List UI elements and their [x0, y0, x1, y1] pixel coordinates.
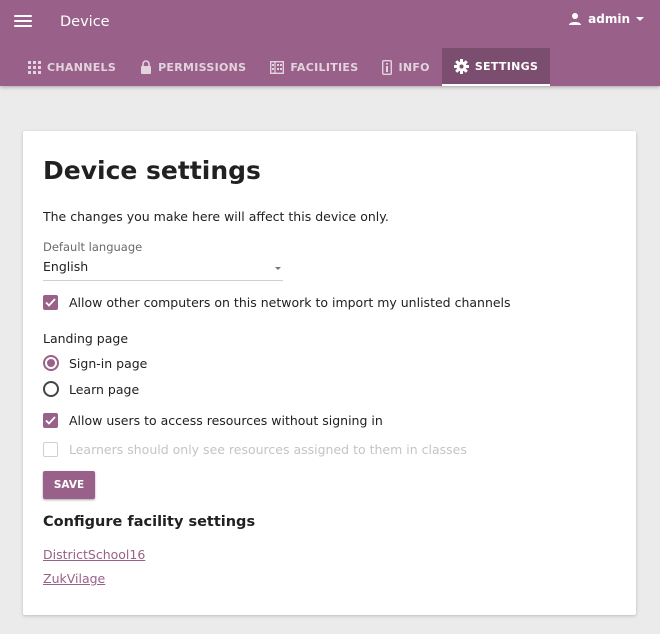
- learners-assigned-label: Learners should only see resources assig…: [69, 442, 467, 457]
- tab-facilities[interactable]: FACILITIES: [258, 48, 370, 86]
- landing-option-signin[interactable]: Sign-in page: [43, 355, 147, 371]
- allow-guest-option[interactable]: Allow users to access resources without …: [43, 413, 383, 428]
- landing-page-label: Landing page: [43, 331, 129, 346]
- app-title: Device: [60, 14, 110, 30]
- tab-label: CHANNELS: [47, 60, 117, 74]
- signin-radio[interactable]: [43, 355, 59, 371]
- learners-assigned-option: Learners should only see resources assig…: [43, 442, 467, 457]
- allow-import-checkbox[interactable]: [43, 295, 58, 310]
- settings-description: The changes you make here will affect th…: [43, 209, 389, 224]
- facility-link-districtschool16[interactable]: DistrictSchool16: [43, 547, 145, 562]
- tab-label: PERMISSIONS: [158, 60, 247, 74]
- user-menu-button[interactable]: admin: [568, 12, 644, 26]
- language-value: English: [43, 259, 89, 274]
- info-icon: [382, 59, 393, 75]
- tab-label: FACILITIES: [290, 60, 359, 74]
- learn-radio[interactable]: [43, 381, 59, 397]
- signin-radio-label: Sign-in page: [69, 355, 148, 371]
- allow-guest-label: Allow users to access resources without …: [69, 413, 383, 428]
- lock-icon: [141, 60, 152, 74]
- person-icon: [569, 13, 582, 25]
- device-settings-card: Device settings The changes you make her…: [23, 131, 636, 615]
- facility-link-zukvilage[interactable]: ZukVilage: [43, 571, 105, 586]
- learn-radio-label: Learn page: [69, 381, 140, 397]
- tab-channels[interactable]: CHANNELS: [16, 48, 128, 86]
- tab-settings[interactable]: SETTINGS: [441, 48, 551, 86]
- allow-guest-checkbox[interactable]: [43, 413, 58, 428]
- allow-import-option[interactable]: Allow other computers on this network to…: [43, 295, 511, 310]
- tab-label: SETTINGS: [474, 59, 539, 73]
- user-name: admin: [588, 12, 630, 26]
- gear-icon: [453, 58, 469, 74]
- language-select[interactable]: English: [43, 259, 283, 281]
- dropdown-caret-icon: [275, 267, 281, 270]
- chevron-down-icon: [636, 17, 644, 21]
- save-button[interactable]: SAVE: [43, 471, 95, 499]
- building-icon: [270, 60, 285, 74]
- landing-option-learn[interactable]: Learn page: [43, 381, 139, 397]
- page-title: Device settings: [43, 156, 261, 185]
- tab-info[interactable]: INFO: [370, 48, 441, 86]
- check-icon: [45, 298, 56, 307]
- hamburger-menu-icon[interactable]: [14, 15, 32, 29]
- tab-permissions[interactable]: PERMISSIONS: [128, 48, 258, 86]
- learners-assigned-checkbox: [43, 442, 58, 457]
- tab-label: INFO: [398, 60, 430, 74]
- language-label: Default language: [43, 240, 143, 254]
- facility-settings-title: Configure facility settings: [43, 514, 256, 530]
- nav-tabs: CHANNELS PERMISSIONS FACILITIES INFO SET…: [16, 48, 551, 86]
- check-icon: [45, 416, 56, 425]
- grid-icon: [28, 60, 41, 74]
- allow-import-label: Allow other computers on this network to…: [69, 295, 511, 310]
- app-bar: Device admin CHANNELS PERMISSIONS FACILI…: [0, 0, 660, 86]
